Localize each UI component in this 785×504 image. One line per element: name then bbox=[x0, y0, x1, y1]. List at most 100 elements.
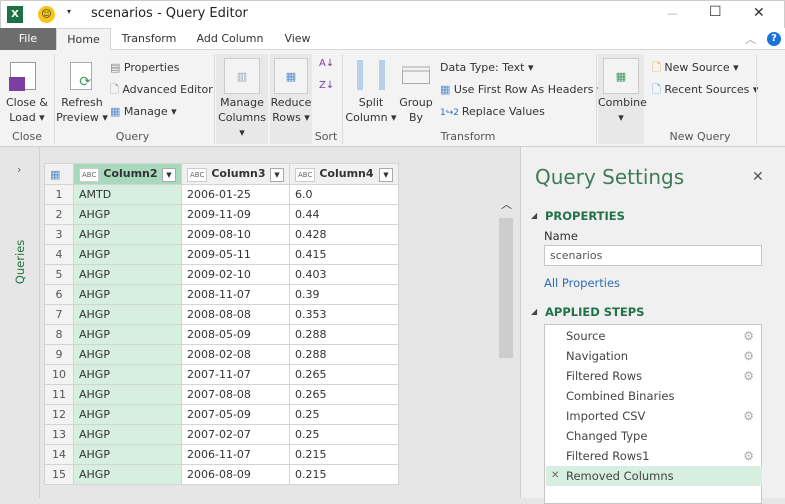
applied-step[interactable]: ✕ Removed Columns bbox=[546, 466, 762, 486]
row-number[interactable]: 10 bbox=[44, 364, 74, 385]
table-cell[interactable]: AHGP bbox=[73, 444, 182, 465]
table-cell[interactable]: 2008-11-07 bbox=[181, 284, 290, 305]
applied-step[interactable]: Changed Type bbox=[546, 426, 762, 446]
text-type-icon[interactable]: ABC bbox=[187, 167, 208, 182]
table-cell[interactable]: 0.415 bbox=[289, 244, 399, 265]
table-cell[interactable]: 6.0 bbox=[289, 184, 399, 205]
applied-step[interactable]: Filtered Rows1 ⚙ bbox=[546, 446, 762, 466]
row-number[interactable]: 14 bbox=[44, 444, 74, 465]
recent-sources-button[interactable]: 🗋 Recent Sources ▾ bbox=[652, 82, 758, 97]
table-cell[interactable]: 2008-02-08 bbox=[181, 344, 290, 365]
scroll-up-button[interactable]: ︿ bbox=[501, 196, 512, 212]
gear-icon[interactable]: ⚙ bbox=[743, 406, 754, 426]
gear-icon[interactable]: ⚙ bbox=[743, 326, 754, 346]
delete-step-icon[interactable]: ✕ bbox=[551, 466, 559, 486]
table-cell[interactable]: 0.44 bbox=[289, 204, 399, 225]
row-number[interactable]: 15 bbox=[44, 464, 74, 485]
table-cell[interactable]: 2009-05-11 bbox=[181, 244, 290, 265]
all-properties-link[interactable]: All Properties bbox=[544, 276, 620, 290]
table-menu-button[interactable]: ▦ bbox=[44, 163, 74, 185]
table-cell[interactable]: 0.39 bbox=[289, 284, 399, 305]
column-header-column3[interactable]: ABC Column3 ▼ bbox=[181, 163, 290, 185]
table-cell[interactable]: AHGP bbox=[73, 204, 182, 225]
applied-step[interactable]: Imported CSV ⚙ bbox=[546, 406, 762, 426]
row-number[interactable]: 7 bbox=[44, 304, 74, 325]
table-cell[interactable]: AHGP bbox=[73, 264, 182, 285]
table-cell[interactable]: 2009-11-09 bbox=[181, 204, 290, 225]
row-number[interactable]: 12 bbox=[44, 404, 74, 425]
close-button[interactable]: ✕ bbox=[753, 5, 765, 21]
text-type-icon[interactable]: ABC bbox=[295, 167, 316, 182]
row-number[interactable]: 3 bbox=[44, 224, 74, 245]
row-number[interactable]: 13 bbox=[44, 424, 74, 445]
vertical-scrollbar[interactable]: ︿ bbox=[498, 196, 514, 498]
table-cell[interactable]: 2006-11-07 bbox=[181, 444, 290, 465]
table-cell[interactable]: 2008-05-09 bbox=[181, 324, 290, 345]
sort-ascending-icon[interactable]: A↓ bbox=[319, 58, 334, 69]
applied-step[interactable]: Source ⚙ bbox=[546, 326, 762, 346]
table-cell[interactable]: AHGP bbox=[73, 384, 182, 405]
applied-step[interactable]: Filtered Rows ⚙ bbox=[546, 366, 762, 386]
tab-add-column[interactable]: Add Column bbox=[192, 28, 268, 50]
collapse-properties-icon[interactable]: ◢ bbox=[531, 211, 537, 220]
properties-button[interactable]: ▤ Properties bbox=[110, 60, 179, 75]
table-cell[interactable]: AHGP bbox=[73, 424, 182, 445]
filter-dropdown-icon[interactable]: ▼ bbox=[379, 167, 393, 182]
table-cell[interactable]: AHGP bbox=[73, 244, 182, 265]
column-header-column4[interactable]: ABC Column4 ▼ bbox=[289, 163, 399, 185]
table-cell[interactable]: AHGP bbox=[73, 304, 182, 325]
table-cell[interactable]: AHGP bbox=[73, 344, 182, 365]
gear-icon[interactable]: ⚙ bbox=[743, 446, 754, 466]
table-cell[interactable]: 2007-11-07 bbox=[181, 364, 290, 385]
queries-pane-label[interactable]: Queries bbox=[13, 232, 27, 292]
row-number[interactable]: 11 bbox=[44, 384, 74, 405]
applied-step[interactable]: Navigation ⚙ bbox=[546, 346, 762, 366]
collapse-steps-icon[interactable]: ◢ bbox=[531, 307, 537, 316]
table-cell[interactable]: 0.215 bbox=[289, 444, 399, 465]
table-cell[interactable]: 0.215 bbox=[289, 464, 399, 485]
tab-home[interactable]: Home bbox=[56, 28, 111, 51]
row-number[interactable]: 4 bbox=[44, 244, 74, 265]
maximize-button[interactable]: ☐ bbox=[709, 4, 722, 20]
help-icon[interactable]: ? bbox=[767, 32, 781, 46]
table-cell[interactable]: 0.25 bbox=[289, 404, 399, 425]
table-cell[interactable]: 0.288 bbox=[289, 344, 399, 365]
table-cell[interactable]: 2006-08-09 bbox=[181, 464, 290, 485]
table-cell[interactable]: AHGP bbox=[73, 324, 182, 345]
table-cell[interactable]: AHGP bbox=[73, 284, 182, 305]
table-cell[interactable]: 0.265 bbox=[289, 364, 399, 385]
table-cell[interactable]: 2007-02-07 bbox=[181, 424, 290, 445]
table-cell[interactable]: 2007-05-09 bbox=[181, 404, 290, 425]
close-settings-button[interactable]: ✕ bbox=[752, 169, 764, 185]
table-cell[interactable]: AHGP bbox=[73, 404, 182, 425]
table-cell[interactable]: 0.403 bbox=[289, 264, 399, 285]
table-cell[interactable]: 0.353 bbox=[289, 304, 399, 325]
applied-step[interactable]: Combined Binaries bbox=[546, 386, 762, 406]
row-number[interactable]: 1 bbox=[44, 184, 74, 205]
table-cell[interactable]: 0.25 bbox=[289, 424, 399, 445]
smiley-icon[interactable]: ☺ bbox=[38, 6, 55, 23]
table-cell[interactable]: 0.428 bbox=[289, 224, 399, 245]
table-cell[interactable]: 2007-08-08 bbox=[181, 384, 290, 405]
filter-dropdown-icon[interactable]: ▼ bbox=[162, 167, 176, 182]
manage-columns-button[interactable]: ▥ Manage Columns ▾ bbox=[216, 54, 268, 144]
minimize-button[interactable]: — bbox=[667, 7, 678, 20]
advanced-editor-button[interactable]: 🗋 Advanced Editor bbox=[110, 82, 213, 97]
replace-values-button[interactable]: 1↪2 Replace Values bbox=[440, 104, 545, 121]
table-cell[interactable]: AHGP bbox=[73, 224, 182, 245]
scrollbar-thumb[interactable] bbox=[499, 218, 513, 358]
filter-dropdown-icon[interactable]: ▼ bbox=[270, 167, 284, 182]
tab-file[interactable]: File bbox=[0, 28, 56, 50]
table-cell[interactable]: 2009-02-10 bbox=[181, 264, 290, 285]
sort-descending-icon[interactable]: Z↓ bbox=[319, 80, 334, 91]
table-cell[interactable]: 0.265 bbox=[289, 384, 399, 405]
table-cell[interactable]: 2008-08-08 bbox=[181, 304, 290, 325]
table-cell[interactable]: AHGP bbox=[73, 364, 182, 385]
tab-view[interactable]: View bbox=[275, 28, 320, 50]
table-cell[interactable]: 2006-01-25 bbox=[181, 184, 290, 205]
use-first-row-button[interactable]: ▦ Use First Row As Headers ▾ bbox=[440, 82, 603, 97]
table-cell[interactable]: AMTD bbox=[73, 184, 182, 205]
name-input[interactable]: scenarios bbox=[544, 245, 762, 266]
row-number[interactable]: 2 bbox=[44, 204, 74, 225]
data-type-button[interactable]: Data Type: Text ▾ bbox=[440, 60, 534, 75]
